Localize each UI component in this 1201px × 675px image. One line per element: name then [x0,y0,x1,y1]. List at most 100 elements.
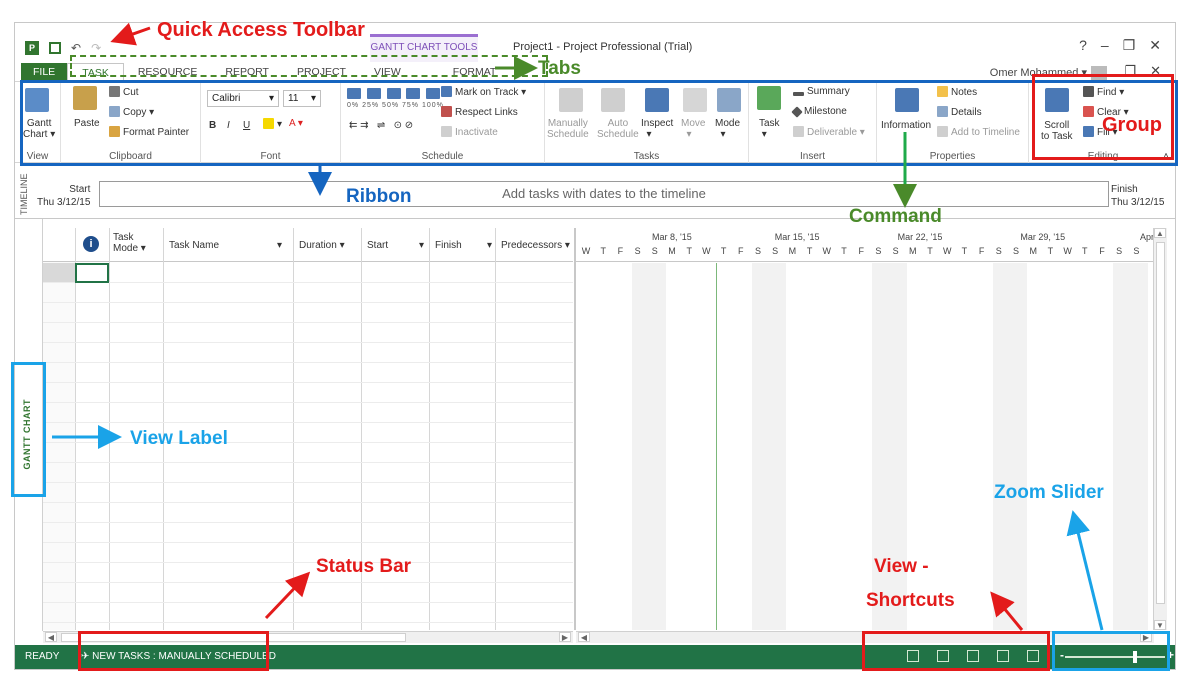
timescale-day: F [1099,246,1105,256]
table-row[interactable] [43,343,573,363]
weekend-column [992,263,1028,630]
view-label-annotation-box [11,362,46,497]
save-icon[interactable] [49,42,61,54]
tab-file[interactable]: FILE [21,63,68,81]
selected-cell[interactable] [75,263,109,283]
column-task-mode[interactable]: Task Mode ▾ [113,232,146,254]
timescale-day: S [772,246,779,256]
timescale-day: T [961,246,968,256]
timescale-day: S [754,246,761,256]
timescale-day: S [651,246,658,256]
annotation-view-label: View Label [130,428,228,449]
close-icon[interactable]: ✕ [1149,37,1161,54]
annotation-command: Command [849,206,942,227]
undo-icon[interactable]: ↶ [71,41,81,55]
timescale-day: W [581,246,591,256]
timescale-day: T [1047,246,1054,256]
table-row[interactable] [43,523,573,543]
timescale-day: W [702,246,711,256]
table-row[interactable] [43,503,573,523]
annotation-group: Group [1102,114,1162,136]
table-row[interactable] [43,363,573,383]
project-app-icon: P [25,41,39,55]
timescale-day: T [927,246,933,256]
table-row[interactable] [43,303,573,323]
document-title: Project1 - Project Professional (Trial) [513,41,693,53]
timescale-day: S [875,246,882,256]
window-controls: ? – ❐ ✕ [1079,37,1161,54]
status-ready: READY [25,651,60,662]
view-shortcuts-annotation-box [862,631,1050,671]
table-row[interactable] [43,563,573,583]
timeline-finish-date: Thu 3/12/15 [1111,197,1165,208]
timescale-week: Mar 22, '15 [897,232,943,242]
table-row[interactable] [43,403,573,423]
timescale-day: F [978,246,985,256]
gantt-chart-area[interactable]: W T F S S M T W T F S S M T W T F S S M T W T F S S M T W T F S S Mar 8, … [574,228,1154,630]
timescale-day: W [1063,246,1072,256]
vertical-scrollbar[interactable]: ▲ ▼ [1153,228,1167,630]
ribbon-annotation-box [20,80,1178,166]
timescale-week: Mar 29, '15 [1020,232,1066,242]
timescale-day: M [909,246,917,256]
table-row[interactable] [43,583,573,603]
table-row[interactable] [43,483,573,503]
help-icon[interactable]: ? [1079,37,1087,54]
timeline-finish: Finish Thu 3/12/15 [1111,184,1165,208]
timescale-day: T [720,246,727,256]
scroll-left-icon[interactable]: ◀ [45,632,57,642]
timescale-day: S [1116,246,1123,256]
column-start[interactable]: Start ▾ [367,240,424,251]
table-row[interactable] [43,443,573,463]
table-row[interactable] [43,543,573,563]
timescale-day: W [942,246,952,256]
annotation-view-shortcuts-1: View - [874,556,929,577]
vertical-scroll-thumb[interactable] [1156,242,1165,604]
timescale-day: S [995,246,1002,256]
minimize-icon[interactable]: – [1101,37,1109,54]
timescale-day: M [788,246,797,256]
table-row[interactable] [43,263,573,283]
timescale-day: T [841,246,847,256]
status-bar-annotation-box [78,631,269,671]
timeline-bar[interactable]: Add tasks with dates to the timeline [99,181,1109,207]
timescale-day: T [686,246,692,256]
quick-access-toolbar: P ↶ ↷ [25,41,101,55]
timescale-day: S [634,246,641,256]
redo-icon[interactable]: ↷ [91,41,101,55]
table-row[interactable] [43,383,573,403]
annotation-tabs: Tabs [538,58,581,79]
table-row[interactable] [43,463,573,483]
table-row[interactable] [43,603,573,623]
scroll-right-icon[interactable]: ▶ [559,632,571,642]
timescale-week: Mar 8, '15 [652,232,692,242]
current-date-line [716,263,717,630]
timescale-day: S [1012,246,1019,256]
table-row[interactable] [43,323,573,343]
timescale-header: W T F S S M T W T F S S M T W T F S S M T W T F S S M T W T F S S Mar 8, … [576,228,1154,262]
column-finish[interactable]: Finish ▾ [435,240,492,251]
chart-scroll-left-icon[interactable]: ◀ [578,632,590,642]
tabs-annotation-box [70,55,548,77]
timeline-side-label: TIMELINE [19,173,29,215]
indicators-icon[interactable]: i [83,236,99,252]
scroll-down-icon[interactable]: ▼ [1154,620,1166,630]
column-predecessors[interactable]: Predecessors ▾ [501,240,570,251]
timeline-start-date: Thu 3/12/15 [37,197,91,208]
grid-header: i Task Mode ▾ Task Name ▾ Duration ▾ Start… [43,228,573,262]
annotation-status-bar: Status Bar [316,556,412,577]
scroll-up-icon[interactable]: ▲ [1154,228,1166,238]
timescale-day: T [806,246,813,256]
timeline: TIMELINE Start Thu 3/12/15 Add tasks with… [15,165,1175,219]
timescale-day: W [822,246,832,256]
zoom-slider-annotation-box [1052,631,1170,671]
task-grid: i Task Mode ▾ Task Name ▾ Duration ▾ Start… [43,228,573,630]
timescale-day: F [858,246,864,256]
weekend-column [752,263,787,630]
column-task-name[interactable]: Task Name ▾ [169,240,282,251]
table-row[interactable] [43,423,573,443]
table-row[interactable] [43,283,573,303]
column-duration[interactable]: Duration ▾ [299,240,345,251]
restore-icon[interactable]: ❐ [1123,37,1136,54]
timescale-week: Mar 15, '15 [774,232,820,242]
